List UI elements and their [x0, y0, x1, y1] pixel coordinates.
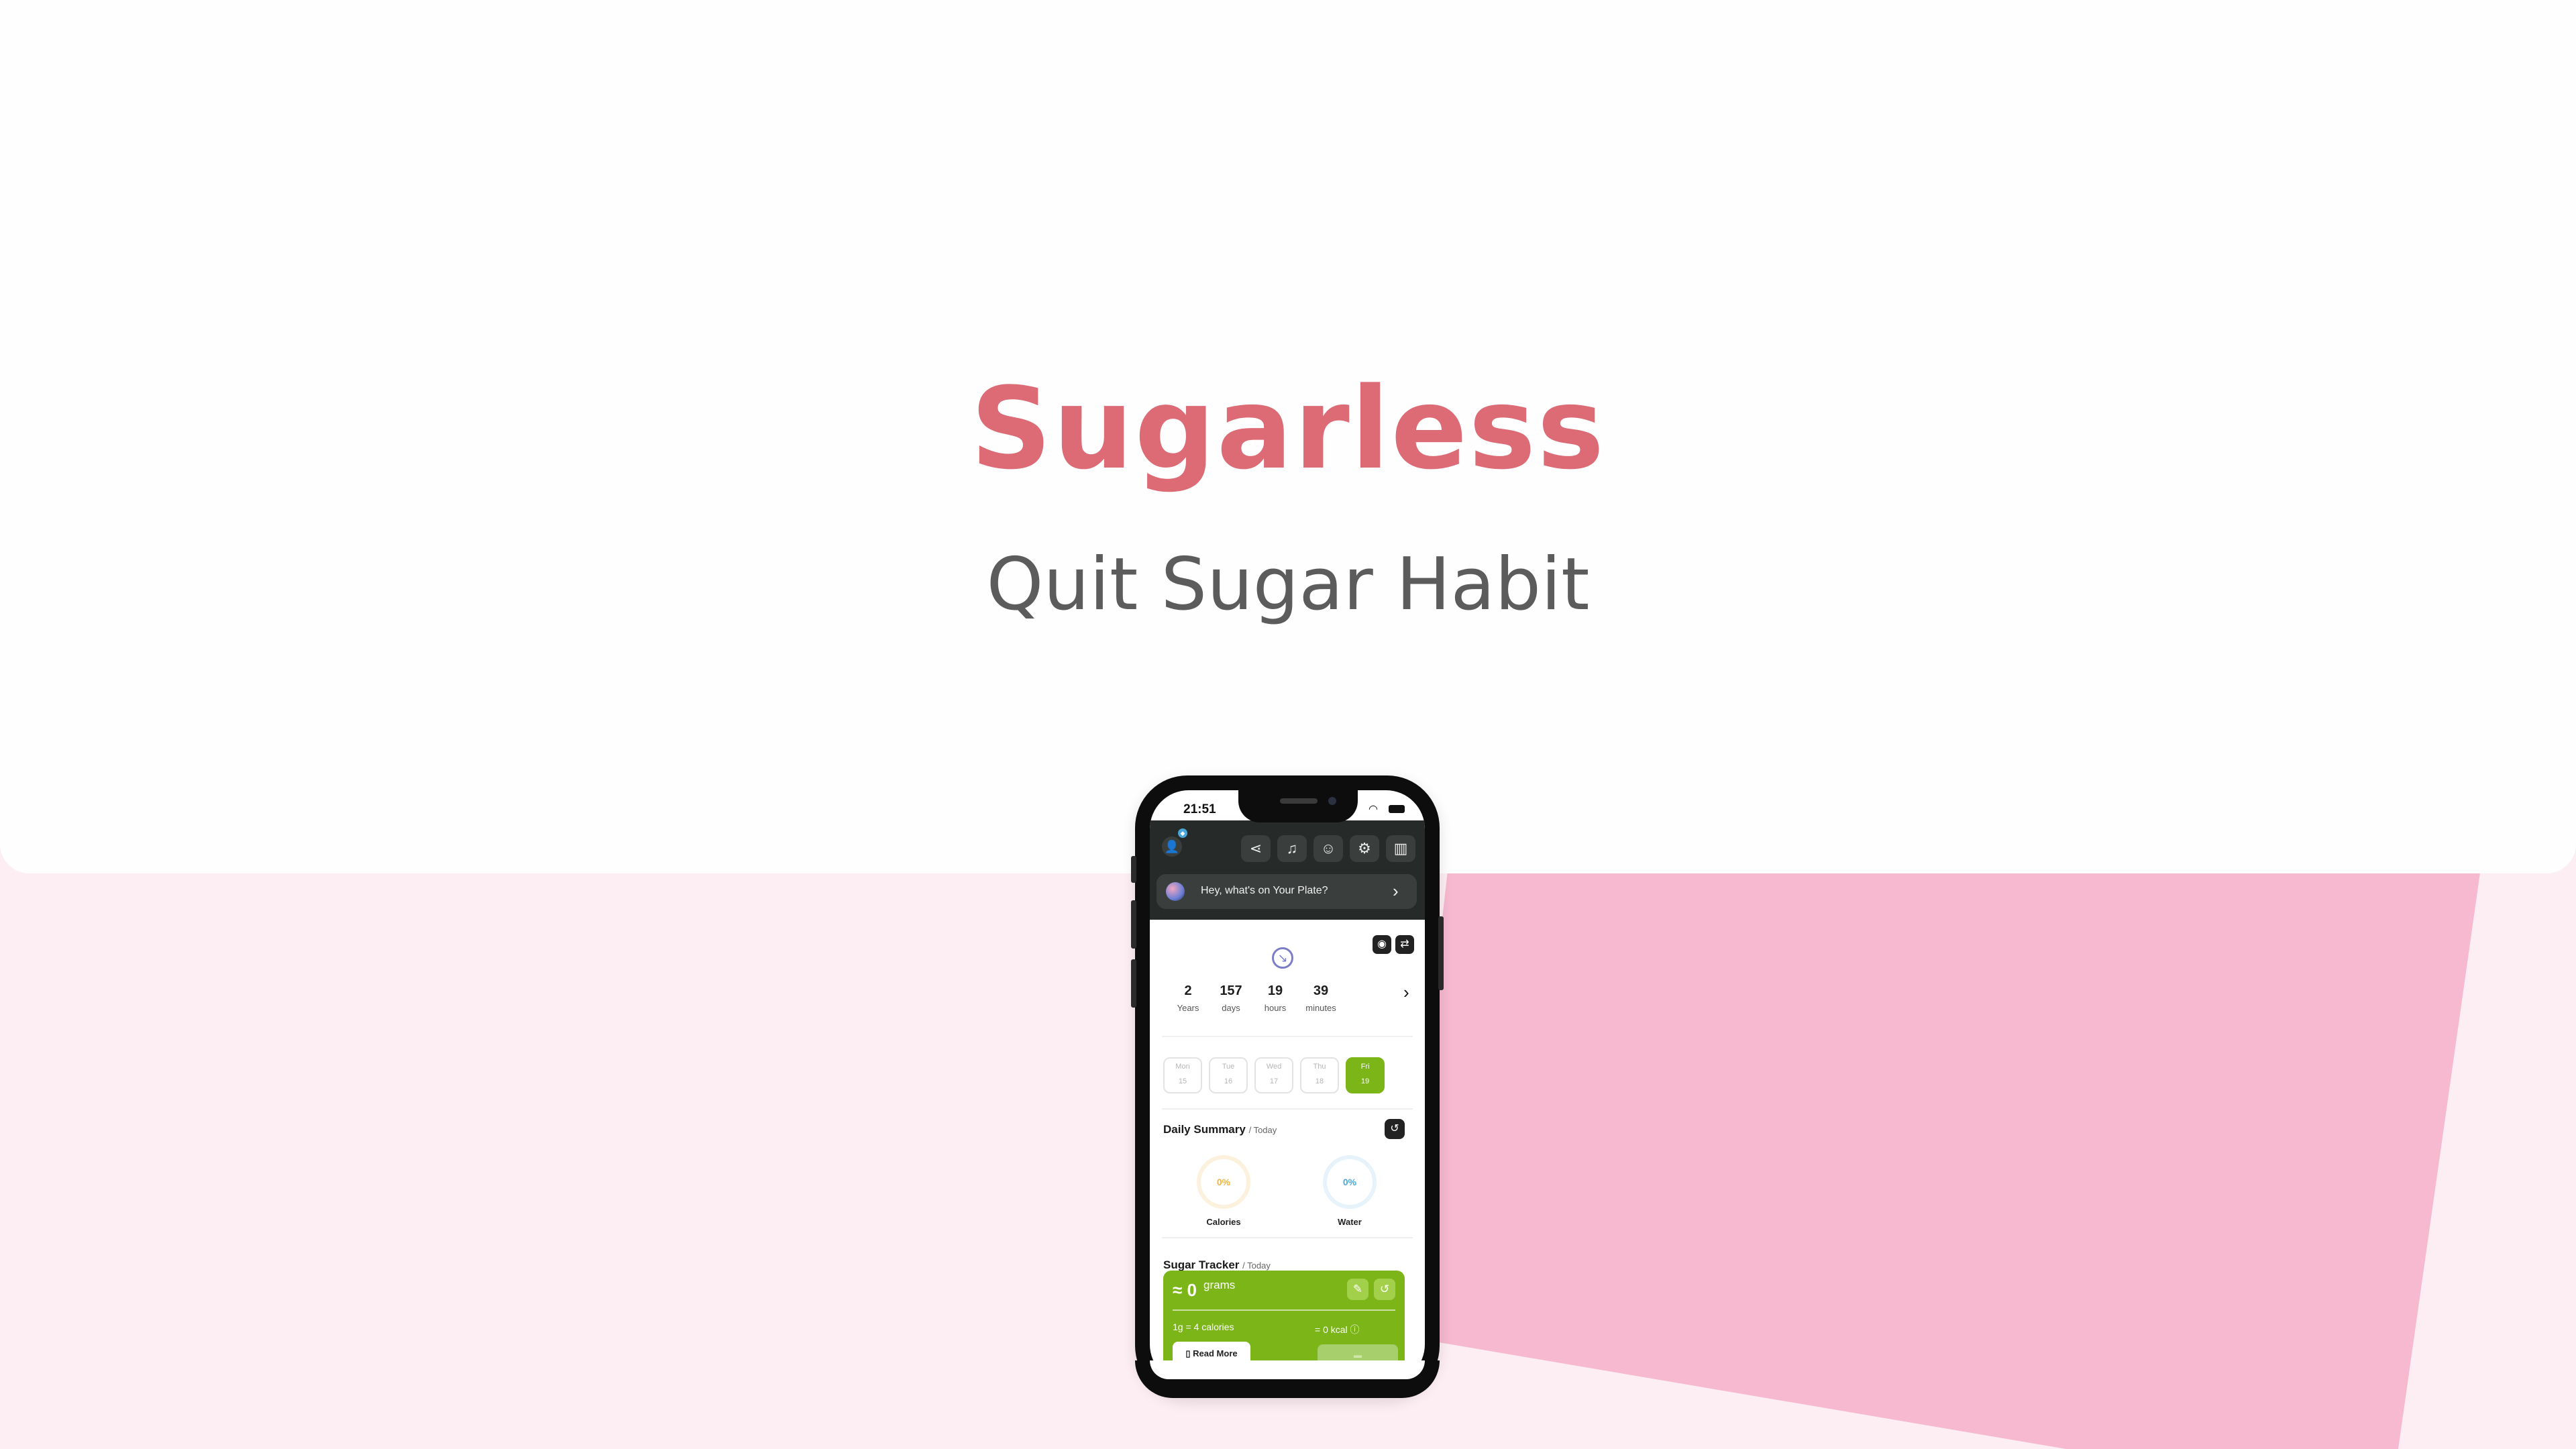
water-ring[interactable]: 0%	[1323, 1155, 1377, 1209]
share-icon[interactable]: ⋖	[1241, 835, 1271, 862]
day-mon[interactable]: Mon 15	[1163, 1057, 1202, 1093]
day-wed[interactable]: Wed 17	[1254, 1057, 1293, 1093]
calories-label: Calories	[1206, 1217, 1241, 1227]
daily-summary-title: Daily Summary / Today	[1163, 1123, 1277, 1136]
stat-hours: 19 hours	[1264, 983, 1287, 1013]
camera	[1328, 797, 1336, 805]
day-tue[interactable]: Tue 16	[1209, 1057, 1248, 1093]
avatar[interactable]: 👤	[1162, 837, 1182, 857]
water-label: Water	[1338, 1217, 1362, 1227]
edit-icon[interactable]: ✎	[1347, 1279, 1368, 1300]
stat-days: 157 days	[1220, 983, 1242, 1013]
assistant-orb-icon	[1166, 882, 1185, 901]
wifi-icon: ◠	[1368, 804, 1378, 815]
hero-card: Sugarless Quit Sugar Habit	[0, 0, 2576, 873]
status-time: 21:51	[1183, 802, 1216, 816]
reset-timer-icon[interactable]: ◉	[1373, 935, 1391, 954]
divider	[1162, 1237, 1413, 1238]
phone-side-button	[1131, 856, 1136, 883]
clock-icon: ↘	[1272, 947, 1293, 969]
plate-prompt-text: Hey, what's on Your Plate?	[1201, 885, 1328, 896]
divider	[1173, 1309, 1395, 1311]
app-header: 👤 ◆ ⋖ ♫ ☺ ⚙ ▥ Hey, what's on Your Plate?…	[1150, 820, 1425, 920]
speaker	[1280, 798, 1318, 804]
sugar-unit: grams	[1203, 1279, 1236, 1291]
stat-minutes: 39 minutes	[1305, 983, 1336, 1013]
phone-notch	[1238, 790, 1358, 822]
header-icons: ⋖ ♫ ☺ ⚙ ▥	[1241, 835, 1415, 862]
chevron-right-icon[interactable]: ›	[1403, 982, 1409, 1003]
calories-ring[interactable]: 0%	[1197, 1155, 1250, 1209]
week-day-selector: Mon 15 Tue 16 Wed 17 Thu 18 Fri 19	[1163, 1057, 1385, 1093]
premium-badge-icon: ◆	[1178, 828, 1187, 838]
screen-bottom-edge	[1150, 1360, 1425, 1379]
divider	[1162, 1036, 1413, 1037]
chevron-right-icon: ›	[1393, 881, 1399, 901]
bar-chart-icon[interactable]: ▥	[1386, 835, 1415, 862]
sugar-amount: ≈ 0	[1173, 1280, 1197, 1300]
plate-prompt-button[interactable]: Hey, what's on Your Plate? ›	[1157, 874, 1417, 909]
sugar-free-timer: ↘ ◉ ⇄ 2 Years 157 days 19 hours 39 minut…	[1158, 935, 1417, 1021]
phone-side-button	[1131, 900, 1136, 949]
kcal-value: = 0 kcal ⓘ	[1315, 1324, 1360, 1335]
bell-icon[interactable]: ♫	[1277, 835, 1307, 862]
gear-icon[interactable]: ⚙	[1350, 835, 1379, 862]
battery-icon	[1389, 805, 1405, 813]
phone-side-button	[1438, 916, 1444, 990]
user-icon[interactable]: ☺	[1313, 835, 1343, 862]
switch-icon[interactable]: ⇄	[1395, 935, 1414, 954]
phone-side-button	[1131, 959, 1136, 1008]
calorie-conversion: 1g = 4 calories	[1173, 1322, 1234, 1332]
day-thu[interactable]: Thu 18	[1300, 1057, 1339, 1093]
app-subtitle: Quit Sugar Habit	[986, 543, 1590, 627]
sugar-tracker-title: Sugar Tracker / Today	[1163, 1258, 1271, 1271]
divider	[1162, 1108, 1413, 1110]
stat-years: 2 Years	[1177, 983, 1199, 1013]
day-fri[interactable]: Fri 19	[1346, 1057, 1385, 1093]
history-icon[interactable]: ↺	[1374, 1279, 1395, 1300]
history-icon[interactable]: ↺	[1385, 1119, 1405, 1139]
app-title: Sugarless	[970, 363, 1606, 494]
book-icon: ▯	[1185, 1348, 1191, 1358]
